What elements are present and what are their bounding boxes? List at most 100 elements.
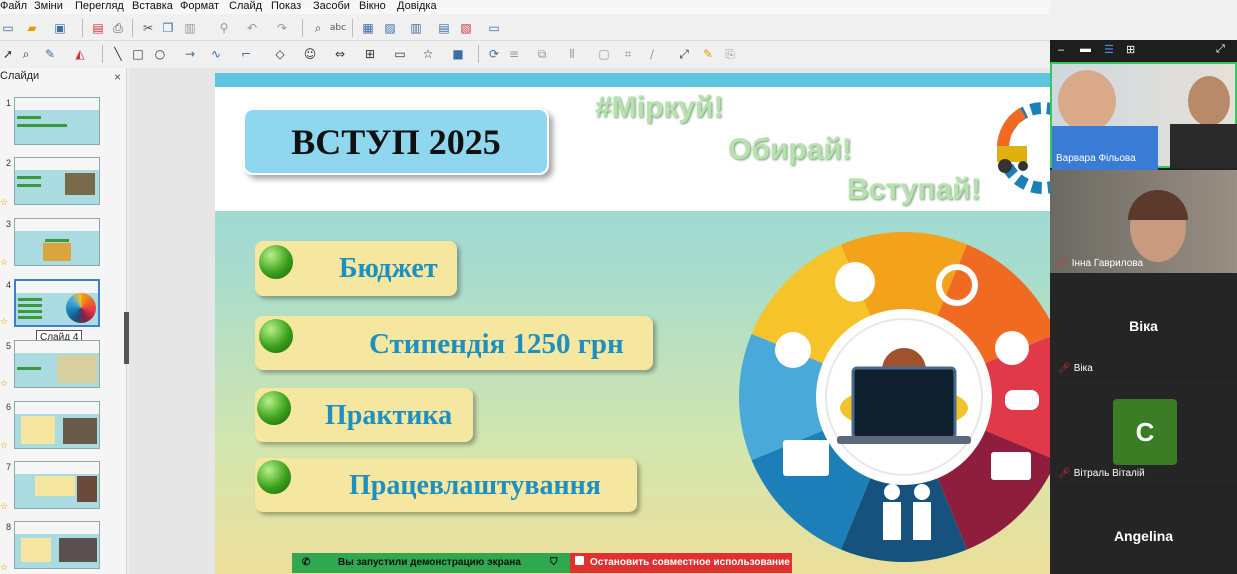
redo-icon[interactable]: ↷ xyxy=(274,20,290,36)
slide-number: 3 xyxy=(6,219,12,229)
flowchart-icon[interactable]: ⊞ xyxy=(362,46,378,62)
export-pdf-icon[interactable]: ▤ xyxy=(90,20,106,36)
slide-thumbnail-8[interactable] xyxy=(14,521,100,569)
connector-icon[interactable]: ⌐ xyxy=(238,46,254,62)
green-pin-icon xyxy=(259,319,293,353)
slide-number: 2 xyxy=(6,158,12,168)
textbox-icon[interactable]: ▤ xyxy=(436,20,452,36)
slide-thumbnail-7[interactable] xyxy=(14,461,100,509)
shadow-icon[interactable]: ▢ xyxy=(596,46,612,62)
slide-thumbnail-5[interactable] xyxy=(14,340,100,388)
spellcheck-icon[interactable]: abc xyxy=(330,20,346,36)
clone-formatting-icon[interactable]: ⚲ xyxy=(216,20,232,36)
curve-icon[interactable]: ∿ xyxy=(208,46,224,62)
line-color-icon[interactable]: ✎ xyxy=(42,46,58,62)
participant-avatar: C xyxy=(1113,399,1177,465)
mic-muted-icon: 🎤︎ xyxy=(1058,468,1071,479)
menu-file[interactable]: Файл xyxy=(0,0,27,13)
close-panel-icon[interactable]: × xyxy=(114,70,121,84)
participant-display-name: Angelina xyxy=(1113,528,1174,544)
menu-help[interactable]: Довідка xyxy=(397,0,437,13)
block-arrows-icon[interactable]: ⇔ xyxy=(332,46,348,62)
skills-wheel xyxy=(739,232,1050,562)
new-icon[interactable]: ▭ xyxy=(0,20,16,36)
participant-tile-3[interactable]: Віка 🎤︎ Віка xyxy=(1050,274,1237,378)
single-view-icon[interactable]: ▬ xyxy=(1080,43,1091,55)
chart-icon[interactable]: ▥ xyxy=(408,20,424,36)
participant-name: 🎤︎ Вітраль Віталій xyxy=(1058,468,1145,479)
menu-tools[interactable]: Засоби xyxy=(313,0,350,13)
distribute-icon[interactable]: ⫴ xyxy=(564,46,580,62)
display-views-icon[interactable]: ▭ xyxy=(486,20,502,36)
image-icon[interactable]: ▨ xyxy=(382,20,398,36)
find-replace-icon[interactable]: ⌕ xyxy=(310,20,326,36)
stop-icon xyxy=(575,556,584,565)
animation-star-icon: ☆ xyxy=(0,316,9,326)
basic-shapes-icon[interactable]: ◇ xyxy=(272,46,288,62)
participant-tile-1[interactable]: Варвара Фільова xyxy=(1050,62,1237,170)
open-icon[interactable]: ▰ xyxy=(24,20,40,36)
menu-window[interactable]: Вікно xyxy=(359,0,386,13)
glue-icon[interactable]: ✎ xyxy=(700,46,716,62)
table-icon[interactable]: ▦ xyxy=(360,20,376,36)
animation-star-icon: ☆ xyxy=(0,197,9,207)
zoom-icon[interactable]: ⌕ xyxy=(18,46,34,62)
ellipse-icon[interactable]: ○ xyxy=(152,46,168,62)
symbol-shapes-icon[interactable]: ☺ xyxy=(302,46,318,62)
slogan-enter: Вступай! xyxy=(847,173,981,206)
participant-tile-2[interactable]: 🎤︎ Інна Гаврилова xyxy=(1050,170,1237,273)
toggle-extrusion-icon[interactable]: ⎘ xyxy=(722,46,738,62)
fill-color-icon[interactable]: ◭ xyxy=(72,46,88,62)
cut-icon[interactable]: ✂ xyxy=(140,20,156,36)
filter-icon[interactable]: ∕ xyxy=(644,46,660,62)
current-slide[interactable]: ВСТУП 2025 #Міркуй! Обирай! Вступай! Бюд… xyxy=(215,73,1050,574)
print-icon[interactable]: ⎙ xyxy=(110,20,126,36)
slide-thumbnail-6[interactable] xyxy=(14,401,100,449)
arrow-icon[interactable]: → xyxy=(182,46,198,62)
rectangle-icon[interactable]: □ xyxy=(130,46,146,62)
undo-icon[interactable]: ↶ xyxy=(244,20,260,36)
expand-icon[interactable]: ⤢ xyxy=(1216,43,1225,56)
slide-thumbnail-2[interactable] xyxy=(14,157,100,205)
callouts-icon[interactable]: ▭ xyxy=(392,46,408,62)
slogan-think: #Міркуй! xyxy=(595,91,724,124)
slide-number: 5 xyxy=(6,341,12,351)
green-pin-icon xyxy=(257,391,291,425)
slogan-choose: Обирай! xyxy=(728,133,852,166)
rotate-icon[interactable]: ⟳ xyxy=(486,46,502,62)
gallery-view-icon[interactable]: ⊞ xyxy=(1126,43,1135,56)
crop-icon[interactable]: ⌗ xyxy=(620,46,636,62)
participant-name: Варвара Фільова xyxy=(1056,153,1136,164)
stop-sharing-button[interactable]: Остановить совместное использование xyxy=(570,553,792,573)
animation-star-icon: ☆ xyxy=(0,257,9,267)
menu-insert[interactable]: Вставка xyxy=(132,0,173,13)
animation-star-icon: ☆ xyxy=(0,378,9,388)
slide-thumbnail-4[interactable] xyxy=(14,279,100,327)
menu-edit[interactable]: Зміни xyxy=(34,0,63,13)
menu-format[interactable]: Формат xyxy=(180,0,219,13)
menu-show[interactable]: Показ xyxy=(271,0,301,13)
participant-display-name: Віка xyxy=(1129,318,1158,334)
stars-icon[interactable]: ☆ xyxy=(420,46,436,62)
speaker-view-icon[interactable]: ☰ xyxy=(1104,43,1114,56)
align-icon[interactable]: ≡ xyxy=(506,46,522,62)
menu-slide[interactable]: Слайд xyxy=(229,0,262,13)
menu-bar: Файл Зміни Перегляд Вставка Формат Слайд… xyxy=(0,0,1050,14)
3d-objects-icon[interactable]: ■ xyxy=(450,46,466,62)
points-icon[interactable]: ⤢ xyxy=(676,46,692,62)
bullet-scholarship: Стипендія 1250 грн xyxy=(255,316,653,370)
copy-icon[interactable]: ❐ xyxy=(160,20,176,36)
animation-star-icon: ☆ xyxy=(0,562,9,572)
minimize-icon[interactable]: ‒ xyxy=(1058,44,1064,56)
arrange-icon[interactable]: ⧉ xyxy=(534,46,550,62)
tractor-gear-logo xyxy=(996,102,1050,194)
save-icon[interactable]: ▣ xyxy=(52,20,68,36)
select-icon[interactable]: ➚ xyxy=(0,46,16,62)
line-icon[interactable]: ╲ xyxy=(110,46,126,62)
slide-thumbnail-3[interactable] xyxy=(14,218,100,266)
paste-icon[interactable]: ▥ xyxy=(182,20,198,36)
menu-view[interactable]: Перегляд xyxy=(75,0,124,13)
participant-tile-5[interactable]: Angelina xyxy=(1050,486,1237,574)
slide-thumbnail-1[interactable] xyxy=(14,97,100,145)
delete-icon[interactable]: ▧ xyxy=(458,20,474,36)
